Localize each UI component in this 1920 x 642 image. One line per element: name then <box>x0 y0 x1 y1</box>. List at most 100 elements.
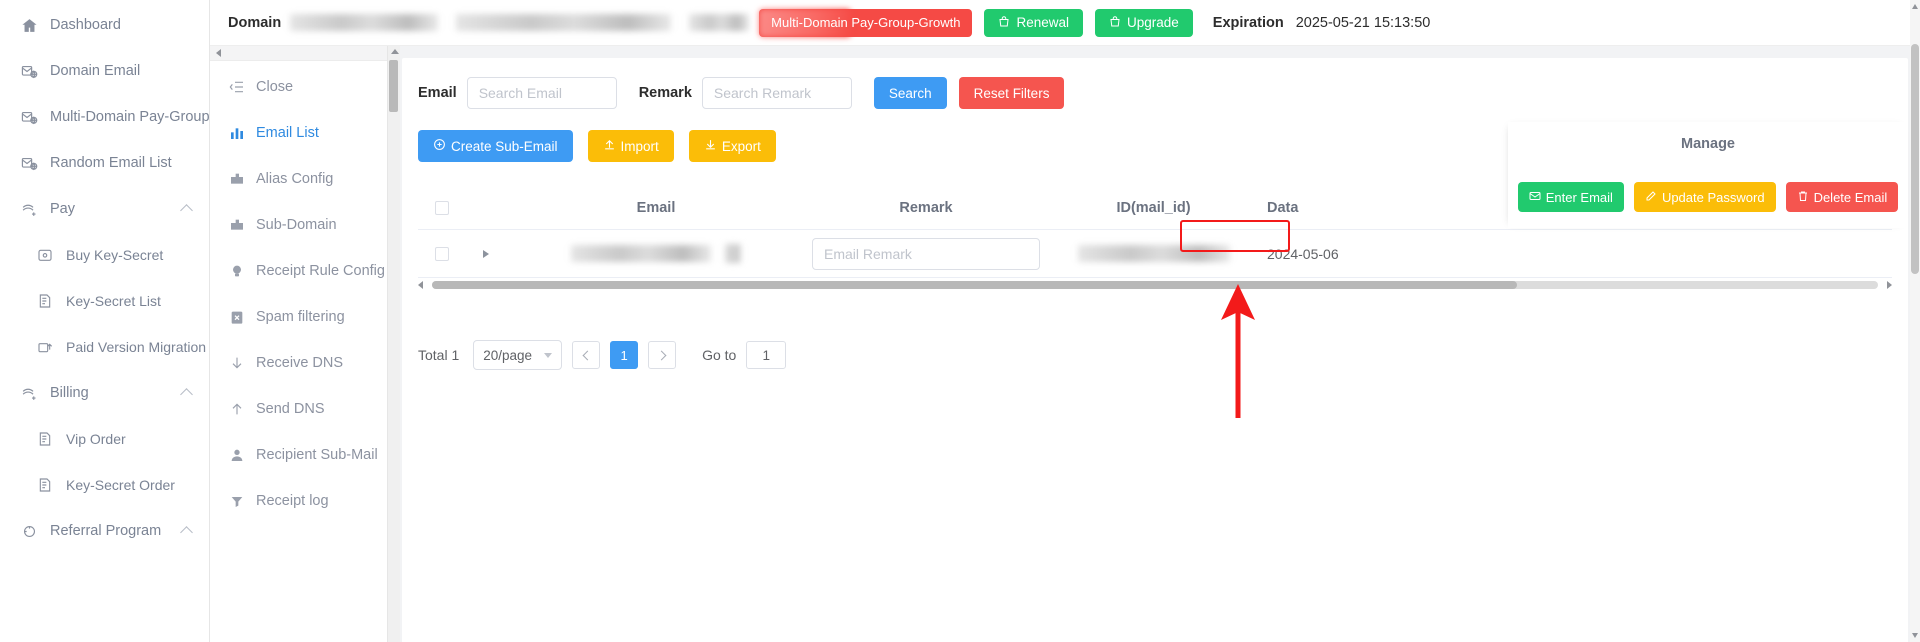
row-remark-input[interactable] <box>812 237 1040 270</box>
renewal-button[interactable]: Renewal <box>984 8 1083 37</box>
sidebar-item-key-secret-list[interactable]: Key-Secret List <box>0 278 209 324</box>
sidebar-item-referral-program[interactable]: Referral Program <box>0 508 209 554</box>
sidebar-label: Random Email List <box>50 155 172 171</box>
page-size-select[interactable]: 20/page <box>473 340 563 370</box>
goto-page-input[interactable] <box>746 341 787 369</box>
scroll-down-icon[interactable] <box>1912 633 1918 638</box>
sidebar-item-recipient-sub-mail[interactable]: Recipient Sub-Mail <box>210 432 387 478</box>
scroll-left-icon[interactable] <box>418 281 423 289</box>
sidebar-item-receipt-log[interactable]: Receipt log <box>210 478 387 524</box>
email-list-panel: Email Remark Search Reset Filters Create… <box>402 58 1908 642</box>
search-button[interactable]: Search <box>873 77 947 109</box>
upgrade-button[interactable]: Upgrade <box>1094 8 1193 37</box>
page-scrollbar-thumb[interactable] <box>1911 44 1919 274</box>
pagination: Total 1 20/page 1 Go to <box>418 340 1892 370</box>
sidebar-item-key-secret-order[interactable]: Key-Secret Order <box>0 462 209 508</box>
cell-remark <box>806 237 1046 270</box>
sidebar-item-email-list[interactable]: Email List <box>210 110 387 156</box>
sidebar-item-label: Receipt Rule Config <box>256 263 385 279</box>
chevron-up-icon[interactable] <box>180 388 193 401</box>
table-horizontal-scrollbar[interactable] <box>418 278 1892 292</box>
hscroll-thumb[interactable] <box>432 281 1517 289</box>
wallet-icon <box>36 246 54 264</box>
bar-chart-icon <box>228 125 245 142</box>
content-vertical-scrollbar[interactable] <box>388 46 400 642</box>
pay-icon <box>20 200 38 218</box>
delete-email-button[interactable]: Delete Email <box>1785 182 1899 212</box>
sidebar-item-sub-domain[interactable]: Sub-Domain <box>210 202 387 248</box>
sidebar-item-send-dns[interactable]: Send DNS <box>210 386 387 432</box>
row-expand-cell[interactable] <box>466 249 506 258</box>
column-header-remark: Remark <box>899 199 953 216</box>
chevron-up-icon[interactable] <box>180 526 193 539</box>
sidebar-item-receipt-rule-config[interactable]: Receipt Rule Config <box>210 248 387 294</box>
scroll-right-icon[interactable] <box>1887 281 1892 289</box>
scrollbar-thumb[interactable] <box>389 60 398 112</box>
home-icon <box>20 16 38 34</box>
user-icon <box>228 447 245 464</box>
sidebar-label: Pay <box>50 201 75 217</box>
search-email-input[interactable] <box>466 77 617 109</box>
renewal-label: Renewal <box>1016 15 1069 30</box>
plan-badge[interactable]: Multi-Domain Pay-Group-Growth <box>759 8 973 37</box>
sidebar-item-random-email-list[interactable]: Random Email List <box>0 140 209 186</box>
next-page-button[interactable] <box>648 341 677 369</box>
sidebar-item-dashboard[interactable]: Dashboard <box>0 2 209 48</box>
sidebar-item-buy-key-secret[interactable]: Buy Key-Secret <box>0 232 209 278</box>
sidebar-item-paid-version-migration[interactable]: Paid Version Migration <box>0 324 209 370</box>
redacted-domain-1 <box>290 14 439 31</box>
sidebar-item-close[interactable]: Close <box>210 64 387 110</box>
export-label: Export <box>721 138 761 154</box>
redacted-email-tag <box>725 244 741 263</box>
redacted-domain-3 <box>689 14 750 31</box>
main-content: Email Remark Search Reset Filters Create… <box>388 46 1920 642</box>
search-remark-input[interactable] <box>701 77 852 109</box>
page-scrollbar[interactable] <box>1910 0 1920 642</box>
row-checkbox[interactable] <box>435 246 449 261</box>
list-doc-icon <box>36 476 54 494</box>
upgrade-label: Upgrade <box>1126 15 1179 30</box>
sidebar-label: Multi-Domain Pay-Group <box>50 109 210 125</box>
email-table: Email Remark ID(mail_id) Data Manage <box>418 122 1908 292</box>
collapse-bar[interactable] <box>210 45 387 61</box>
chevron-left-icon <box>582 350 593 360</box>
redacted-email <box>571 245 711 262</box>
import-label: Import <box>620 138 659 154</box>
select-all-checkbox[interactable] <box>435 200 449 215</box>
bag-icon <box>998 15 1010 31</box>
reset-filters-button[interactable]: Reset Filters <box>958 77 1065 109</box>
chevron-up-icon[interactable] <box>180 204 193 217</box>
scroll-up-icon[interactable] <box>390 49 399 54</box>
enter-email-button[interactable]: Enter Email <box>1517 182 1624 212</box>
arrow-up-icon <box>228 401 245 418</box>
list-doc-icon <box>36 430 54 448</box>
sidebar-item-label: Receipt log <box>256 493 329 509</box>
sidebar-item-receive-dns[interactable]: Receive DNS <box>210 340 387 386</box>
import-button[interactable]: Import <box>587 130 674 162</box>
row-select-cell <box>418 246 466 261</box>
email-filter-label: Email <box>418 85 457 101</box>
domain-email-icon <box>20 154 38 172</box>
update-password-button[interactable]: Update Password <box>1633 182 1776 212</box>
chevron-down-icon <box>544 352 553 358</box>
sidebar-item-spam-filtering[interactable]: Spam filtering <box>210 294 387 340</box>
page-number-button[interactable]: 1 <box>610 341 639 369</box>
sidebar-item-billing[interactable]: Billing <box>0 370 209 416</box>
prev-page-button[interactable] <box>572 341 601 369</box>
export-button[interactable]: Export <box>688 130 776 162</box>
chevron-right-icon[interactable] <box>483 249 489 258</box>
sidebar-item-pay[interactable]: Pay <box>0 186 209 232</box>
trash-icon <box>1797 190 1809 205</box>
plan-badge-label: Multi-Domain Pay-Group-Growth <box>771 15 961 30</box>
edit-icon <box>1645 190 1657 205</box>
domain-email-icon <box>20 62 38 80</box>
sidebar-item-multi-domain-pay-group[interactable]: Multi-Domain Pay-Group <box>0 94 210 140</box>
collapse-left-icon[interactable] <box>216 48 221 57</box>
sidebar-item-vip-order[interactable]: Vip Order <box>0 416 209 462</box>
scroll-up-icon[interactable] <box>1912 4 1918 9</box>
sidebar-item-domain-email[interactable]: Domain Email <box>0 48 209 94</box>
create-sub-email-button[interactable]: Create Sub-Email <box>418 130 573 162</box>
manage-buttons: Enter Email Update Password Delete Email <box>1517 182 1899 212</box>
sidebar-item-alias-config[interactable]: Alias Config <box>210 156 387 202</box>
sidebar-item-label: Spam filtering <box>256 309 345 325</box>
